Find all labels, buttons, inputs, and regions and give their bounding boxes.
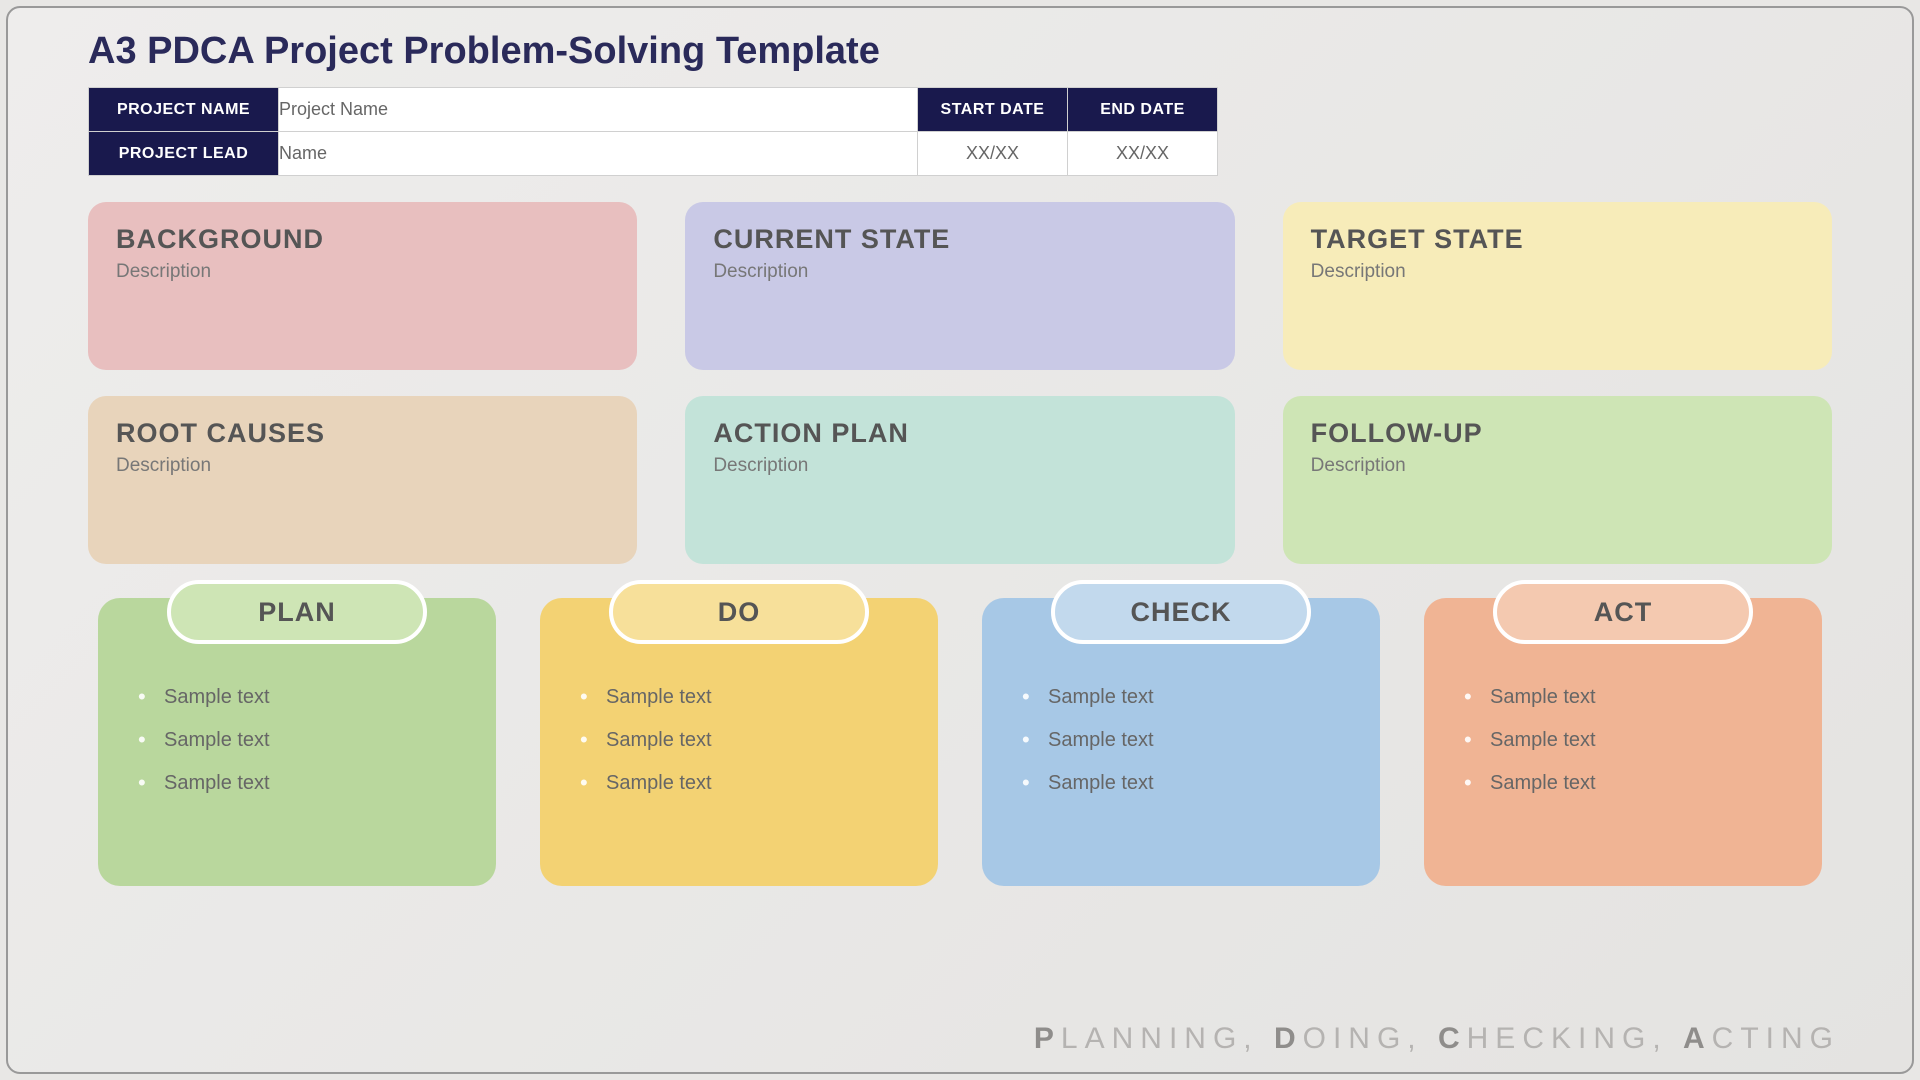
pdca-plan-list: Sample text Sample text Sample text <box>136 676 464 805</box>
project-name-value[interactable]: Project Name <box>279 88 918 132</box>
info-cards-grid: BACKGROUND Description CURRENT STATE Des… <box>88 202 1832 564</box>
card-title: FOLLOW-UP <box>1311 418 1804 449</box>
card-title: ROOT CAUSES <box>116 418 609 449</box>
list-item: Sample text <box>578 719 906 762</box>
pdca-do-pill: DO <box>609 580 869 644</box>
list-item: Sample text <box>1462 719 1790 762</box>
card-title: BACKGROUND <box>116 224 609 255</box>
card-title: CURRENT STATE <box>713 224 1206 255</box>
card-desc: Description <box>116 455 609 477</box>
pdca-check[interactable]: CHECK Sample text Sample text Sample tex… <box>982 598 1380 886</box>
card-desc: Description <box>713 455 1206 477</box>
list-item: Sample text <box>136 719 464 762</box>
end-date-value[interactable]: XX/XX <box>1068 132 1218 176</box>
pdca-act-pill: ACT <box>1493 580 1753 644</box>
card-desc: Description <box>1311 261 1804 283</box>
card-background[interactable]: BACKGROUND Description <box>88 202 637 370</box>
template-frame: A3 PDCA Project Problem-Solving Template… <box>6 6 1914 1074</box>
card-target-state[interactable]: TARGET STATE Description <box>1283 202 1832 370</box>
end-date-label: END DATE <box>1068 88 1218 132</box>
pdca-plan[interactable]: PLAN Sample text Sample text Sample text <box>98 598 496 886</box>
start-date-value[interactable]: XX/XX <box>918 132 1068 176</box>
list-item: Sample text <box>578 676 906 719</box>
card-desc: Description <box>713 261 1206 283</box>
card-desc: Description <box>1311 455 1804 477</box>
card-title: ACTION PLAN <box>713 418 1206 449</box>
pdca-check-pill: CHECK <box>1051 580 1311 644</box>
pdca-check-list: Sample text Sample text Sample text <box>1020 676 1348 805</box>
card-follow-up[interactable]: FOLLOW-UP Description <box>1283 396 1832 564</box>
list-item: Sample text <box>1462 762 1790 805</box>
page-title: A3 PDCA Project Problem-Solving Template <box>88 30 1842 73</box>
card-title: TARGET STATE <box>1311 224 1804 255</box>
project-meta-table: PROJECT NAME Project Name START DATE END… <box>88 87 1218 176</box>
pdca-do[interactable]: DO Sample text Sample text Sample text <box>540 598 938 886</box>
card-current-state[interactable]: CURRENT STATE Description <box>685 202 1234 370</box>
footer-tagline: PLANNING, DOING, CHECKING, ACTING <box>78 1012 1842 1060</box>
list-item: Sample text <box>1020 676 1348 719</box>
pdca-row: PLAN Sample text Sample text Sample text… <box>98 598 1822 886</box>
pdca-act-list: Sample text Sample text Sample text <box>1462 676 1790 805</box>
list-item: Sample text <box>136 676 464 719</box>
project-name-label: PROJECT NAME <box>89 88 279 132</box>
pdca-do-list: Sample text Sample text Sample text <box>578 676 906 805</box>
list-item: Sample text <box>578 762 906 805</box>
project-lead-value[interactable]: Name <box>279 132 918 176</box>
card-root-causes[interactable]: ROOT CAUSES Description <box>88 396 637 564</box>
project-lead-label: PROJECT LEAD <box>89 132 279 176</box>
list-item: Sample text <box>1020 762 1348 805</box>
pdca-act[interactable]: ACT Sample text Sample text Sample text <box>1424 598 1822 886</box>
card-action-plan[interactable]: ACTION PLAN Description <box>685 396 1234 564</box>
pdca-plan-pill: PLAN <box>167 580 427 644</box>
list-item: Sample text <box>136 762 464 805</box>
list-item: Sample text <box>1462 676 1790 719</box>
start-date-label: START DATE <box>918 88 1068 132</box>
list-item: Sample text <box>1020 719 1348 762</box>
card-desc: Description <box>116 261 609 283</box>
